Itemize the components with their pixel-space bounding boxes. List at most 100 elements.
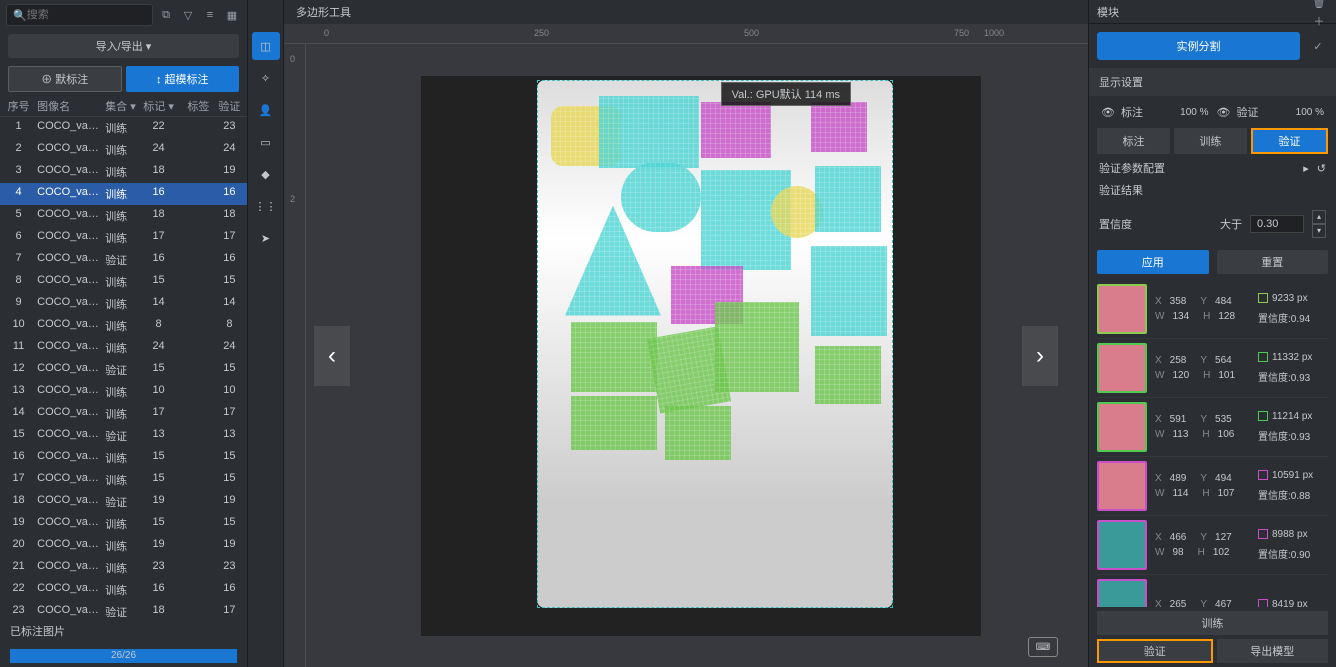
table-row[interactable]: 23COCO_va…验证1817 (0, 601, 247, 617)
verify-config-row[interactable]: 验证参数配置 ▸ ↺ (1089, 154, 1336, 182)
right-panel: 模块 🗑 ＋ 实例分割 ✓ 显示设置 👁 标注 100 % 👁 验证 100 % (1088, 0, 1336, 667)
left-panel: 🔍 ⧉ ▽ ≡ ▦ 导入/导出 ▾ ⊕ 默标注 ↕ 超模标注 序号 图像名 集合… (0, 0, 248, 667)
history-icon[interactable]: ↺ (1317, 162, 1326, 175)
mode-tab-train[interactable]: 训练 (1174, 128, 1247, 154)
eye-icon[interactable]: 👁 (1101, 106, 1115, 119)
table-row[interactable]: 6COCO_va…训练1717 (0, 227, 247, 249)
polygon-tool-icon[interactable]: ◫ (252, 32, 280, 60)
result-item[interactable]: X466 Y127W98 H1028988 px置信度:0.90 (1097, 516, 1328, 575)
chevron-right-icon[interactable]: ▸ (1303, 162, 1309, 175)
confidence-label: 置信度 (1099, 216, 1132, 232)
table-row[interactable]: 5COCO_va…训练1818 (0, 205, 247, 227)
col-index: 序号 (4, 98, 33, 114)
table-row[interactable]: 12COCO_va…验证1515 (0, 359, 247, 381)
result-thumb (1097, 461, 1147, 511)
table-row[interactable]: 8COCO_va…训练1515 (0, 271, 247, 293)
table-row[interactable]: 1COCO_va…训练2223 (0, 117, 247, 139)
table-row[interactable]: 16COCO_va…训练1515 (0, 447, 247, 469)
canvas-panel: 多边形工具 02505007501000 02 ‹ › (284, 0, 1088, 667)
canvas-area[interactable]: ‹ › (284, 44, 1088, 667)
table-body: 1COCO_va…训练22232COCO_va…训练24243COCO_va…训… (0, 117, 247, 617)
results-list: X358 Y484W134 H1289233 px置信度:0.94X258 Y5… (1089, 280, 1336, 607)
instance-seg-button[interactable]: 实例分割 (1097, 32, 1300, 60)
table-row[interactable]: 15COCO_va…验证1313 (0, 425, 247, 447)
table-row[interactable]: 2COCO_va…训练2424 (0, 139, 247, 161)
vis-label-verify: 验证 (1236, 104, 1258, 120)
result-item[interactable]: X265 Y4678419 px (1097, 575, 1328, 607)
module-title: 模块 (1097, 4, 1119, 20)
table-row[interactable]: 13COCO_va…训练1010 (0, 381, 247, 403)
wand-tool-icon[interactable]: ✧ (252, 64, 280, 92)
mode-tab-verify[interactable]: 验证 (1251, 128, 1328, 154)
filter-icon[interactable]: ⧉ (157, 6, 175, 24)
col-name: 图像名 (33, 98, 101, 114)
col-set[interactable]: 集合 ▾ (101, 98, 136, 114)
vis-pct-annot: 100 % (1180, 107, 1208, 118)
confidence-input[interactable]: 0.30 (1250, 215, 1304, 233)
keyboard-icon[interactable]: ⌨ (1028, 637, 1058, 657)
tool-title: 多边形工具 (284, 0, 1088, 24)
result-thumb (1097, 579, 1147, 607)
progress-bar: 26/26 (10, 649, 237, 663)
verify-config-label: 验证参数配置 (1099, 160, 1165, 176)
vis-pct-verify: 100 % (1296, 107, 1324, 118)
verify-button[interactable]: 验证 (1097, 639, 1213, 663)
bucket-tool-icon[interactable]: ◆ (252, 160, 280, 188)
search-input[interactable] (27, 9, 146, 21)
result-thumb (1097, 284, 1147, 334)
search-icon: 🔍 (13, 9, 27, 22)
table-row[interactable]: 22COCO_va…训练1616 (0, 579, 247, 601)
gt-label: 大于 (1220, 216, 1242, 232)
search-input-wrap[interactable]: 🔍 (6, 4, 153, 26)
grid-icon[interactable]: ▦ (223, 6, 241, 24)
tab-default-label[interactable]: ⊕ 默标注 (8, 66, 122, 92)
col-label[interactable]: 标记 ▾ (136, 98, 181, 114)
eye-icon[interactable]: 👁 (1217, 106, 1231, 119)
spinner-up-icon[interactable]: ▴ (1312, 210, 1326, 224)
col-val: 验证 (216, 98, 243, 114)
table-row[interactable]: 7COCO_va…验证1616 (0, 249, 247, 271)
vis-label-annot: 标注 (1121, 104, 1143, 120)
result-item[interactable]: X358 Y484W134 H1289233 px置信度:0.94 (1097, 280, 1328, 339)
table-row[interactable]: 20COCO_va…训练1919 (0, 535, 247, 557)
table-row[interactable]: 19COCO_va…训练1515 (0, 513, 247, 535)
table-row[interactable]: 17COCO_va…训练1515 (0, 469, 247, 491)
table-row[interactable]: 9COCO_va…训练1414 (0, 293, 247, 315)
train-button[interactable]: 训练 (1097, 611, 1328, 635)
table-row[interactable]: 21COCO_va…训练2323 (0, 557, 247, 579)
val-status-badge: Val.: GPU默认 114 ms (721, 82, 851, 106)
result-item[interactable]: X591 Y535W113 H10611214 px置信度:0.93 (1097, 398, 1328, 457)
spinner-down-icon[interactable]: ▾ (1312, 224, 1326, 238)
list-icon[interactable]: ≡ (201, 6, 219, 24)
person-tool-icon[interactable]: 👤 (252, 96, 280, 124)
tab-super-label[interactable]: ↕ 超模标注 (126, 66, 240, 92)
image-frame[interactable]: Val.: GPU默认 114 ms (421, 76, 981, 636)
ruler-horizontal: 02505007501000 (284, 24, 1088, 44)
table-row[interactable]: 18COCO_va…验证1919 (0, 491, 247, 513)
result-item[interactable]: X489 Y494W114 H10710591 px置信度:0.88 (1097, 457, 1328, 516)
next-image-button[interactable]: › (1022, 326, 1058, 386)
export-model-button[interactable]: 导出模型 (1217, 639, 1329, 663)
display-settings-header: 显示设置 (1089, 68, 1336, 96)
table-row[interactable]: 3COCO_va…训练1819 (0, 161, 247, 183)
result-item[interactable]: X258 Y564W120 H10111332 px置信度:0.93 (1097, 339, 1328, 398)
table-row[interactable]: 14COCO_va…训练1717 (0, 403, 247, 425)
trash-icon[interactable]: 🗑 (1310, 0, 1328, 12)
import-export-button[interactable]: 导入/导出 ▾ (8, 34, 239, 58)
table-row[interactable]: 11COCO_va…训练2424 (0, 337, 247, 359)
table-row[interactable]: 10COCO_va…训练88 (0, 315, 247, 337)
apply-button[interactable]: 应用 (1097, 250, 1209, 274)
select-tool-icon[interactable]: ▭ (252, 128, 280, 156)
progress-bar-wrap: 26/26 (0, 645, 247, 667)
table-row[interactable]: 4COCO_va…训练1616 (0, 183, 247, 205)
ruler-tool-icon[interactable]: ⋮⋮ (252, 192, 280, 220)
prev-image-button[interactable]: ‹ (314, 326, 350, 386)
result-thumb (1097, 402, 1147, 452)
reset-button[interactable]: 重置 (1217, 250, 1329, 274)
mode-tab-annot[interactable]: 标注 (1097, 128, 1170, 154)
result-thumb (1097, 343, 1147, 393)
funnel-icon[interactable]: ▽ (179, 6, 197, 24)
result-thumb (1097, 520, 1147, 570)
pointer-tool-icon[interactable]: ➤ (252, 224, 280, 252)
confirm-icon[interactable]: ✓ (1308, 40, 1328, 53)
